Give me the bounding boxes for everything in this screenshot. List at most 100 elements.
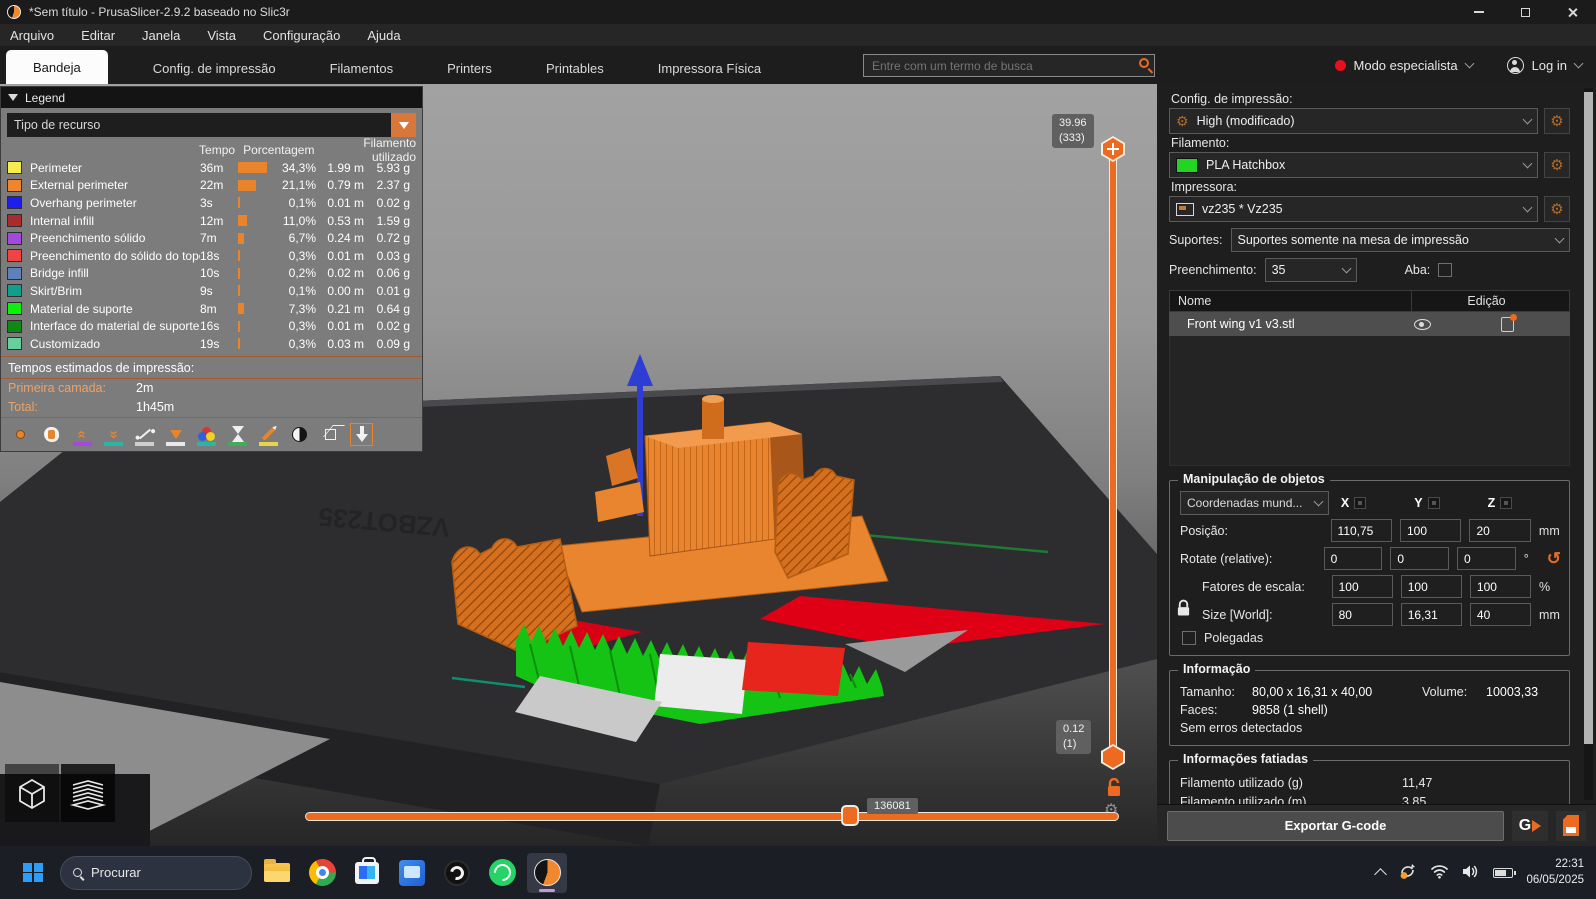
reset-rotation-icon[interactable]: ↺ [1547, 549, 1561, 569]
inches-checkbox[interactable] [1182, 631, 1196, 645]
tab[interactable]: Printers [420, 52, 519, 84]
view-type-dropdown[interactable]: Tipo de recurso [7, 113, 416, 137]
export-to-sd-button[interactable] [1556, 810, 1586, 841]
mode-selector[interactable]: Modo especialista [1354, 58, 1458, 73]
battery-icon[interactable] [1493, 867, 1516, 878]
chrome-icon [308, 859, 336, 886]
rotate-z-field[interactable]: 0 [1457, 547, 1516, 570]
axis-drag-icon[interactable] [1500, 497, 1513, 509]
maximize-button[interactable] [1502, 0, 1549, 24]
wipe-icon[interactable] [40, 423, 63, 446]
uniform-scale-lock-icon[interactable] [1176, 599, 1191, 621]
scale-x-field[interactable]: 100 [1331, 575, 1393, 598]
slider-lock-icon[interactable] [1106, 777, 1122, 800]
chrome-button[interactable] [302, 853, 342, 893]
printer-edit-button[interactable]: ⚙ [1544, 196, 1570, 222]
shells-icon[interactable] [288, 423, 311, 446]
feature-color-swatch [7, 302, 22, 316]
scrollbar-thumb[interactable] [1584, 92, 1593, 744]
tab[interactable]: Filamentos [303, 52, 421, 84]
taskbar-clock[interactable]: 22:31 06/05/2025 [1526, 857, 1584, 888]
export-gcode-button[interactable]: Exportar G-code [1167, 810, 1504, 841]
start-button[interactable] [16, 856, 50, 890]
rotate-y-field[interactable]: 0 [1390, 547, 1450, 570]
moves-slider-handle[interactable] [841, 805, 859, 826]
file-explorer-button[interactable] [257, 853, 297, 893]
sync-icon[interactable] [1398, 862, 1417, 884]
tool-marker-icon[interactable] [164, 423, 187, 446]
whatsapp-button[interactable] [482, 853, 522, 893]
minimize-button[interactable] [1455, 0, 1502, 24]
size-z-field[interactable]: 40 [1469, 603, 1532, 626]
tab[interactable]: Impressora Física [631, 52, 788, 84]
menu-item[interactable]: Janela [142, 28, 180, 43]
coordinate-system-combo[interactable]: Coordenadas mund... [1180, 491, 1329, 515]
wifi-icon[interactable] [1430, 864, 1449, 882]
tab[interactable]: Printables [519, 52, 631, 84]
scale-y-field[interactable]: 100 [1400, 575, 1462, 598]
supports-label: Suportes: [1169, 233, 1223, 247]
legend-toggle-icon[interactable] [350, 422, 373, 446]
microsoft-store-button[interactable] [347, 853, 387, 893]
search-icon[interactable] [1139, 58, 1149, 68]
menu-item[interactable]: Configuração [263, 28, 340, 43]
moves-slider-track[interactable] [305, 812, 1119, 821]
tray-overflow-icon[interactable] [1374, 868, 1388, 881]
custom-gcode-icon[interactable] [257, 423, 280, 446]
print-settings-combo[interactable]: ⚙ High (modificado) [1169, 108, 1538, 134]
object-edit-button[interactable] [1452, 313, 1562, 332]
position-y-field[interactable]: 100 [1400, 519, 1462, 542]
retraction-icon[interactable]: « [71, 423, 94, 446]
travel-icon[interactable] [9, 423, 32, 446]
rotate-x-field[interactable]: 0 [1323, 547, 1383, 570]
object-row[interactable]: Front wing v1 v3.stl [1169, 312, 1570, 336]
color-change-icon[interactable] [195, 423, 218, 446]
login-button[interactable]: Log in [1532, 58, 1567, 73]
layer-slider-track[interactable] [1109, 148, 1117, 756]
search-input[interactable] [863, 54, 1155, 77]
position-x-field[interactable]: 110,75 [1330, 519, 1392, 542]
layers-view-button[interactable] [61, 764, 115, 822]
3d-viewport[interactable]: VZBOT235 Legend Tipo de recurso Tempo Po… [0, 84, 1157, 846]
volume-icon[interactable] [1462, 864, 1480, 882]
menu-item[interactable]: Vista [207, 28, 236, 43]
tab[interactable]: Bandeja [6, 50, 108, 84]
taskbar-search[interactable]: Procurar [60, 855, 252, 890]
legend-row: Bridge infill 10s 0,2% 0.02 m 0.06 g [1, 265, 422, 283]
prusaslicer-taskbar-button[interactable] [527, 852, 567, 893]
close-button[interactable] [1549, 0, 1596, 24]
supports-combo[interactable]: Suportes somente na mesa de impressão [1230, 228, 1570, 252]
feature-bar-zone [238, 338, 272, 350]
volumes-icon[interactable] [319, 423, 342, 446]
3d-view-button[interactable] [5, 764, 59, 822]
preset-gear-icon: ⚙ [1176, 112, 1189, 129]
filament-edit-button[interactable]: ⚙ [1544, 152, 1570, 178]
brim-checkbox[interactable] [1438, 263, 1453, 277]
menu-item[interactable]: Ajuda [367, 28, 400, 43]
browser-app-button[interactable] [437, 853, 477, 893]
visibility-toggle[interactable] [1392, 318, 1452, 330]
size-y-field[interactable]: 16,31 [1400, 603, 1462, 626]
menu-item[interactable]: Editar [81, 28, 115, 43]
size-x-field[interactable]: 80 [1331, 603, 1393, 626]
legend-row: Material de suporte 8m 7,3% 0.21 m 0.64 … [1, 300, 422, 318]
feature-bar [238, 250, 240, 262]
scale-z-field[interactable]: 100 [1469, 575, 1532, 598]
sidebar-scrollbar[interactable] [1584, 88, 1593, 800]
tab[interactable]: Config. de impressão [126, 52, 303, 84]
axis-drag-icon[interactable] [1427, 497, 1440, 509]
deretraction-icon[interactable]: « [102, 423, 125, 446]
filament-combo[interactable]: PLA Hatchbox [1169, 152, 1538, 178]
menu-item[interactable]: Arquivo [10, 28, 54, 43]
infill-combo[interactable]: 35 [1264, 258, 1357, 282]
axis-drag-icon[interactable] [1354, 497, 1367, 509]
print-settings-edit-button[interactable]: ⚙ [1544, 108, 1570, 134]
legend-header[interactable]: Legend [1, 87, 422, 108]
pause-print-icon[interactable] [226, 423, 249, 446]
position-z-field[interactable]: 20 [1469, 519, 1531, 542]
gcode-viewer-button[interactable]: G [1512, 810, 1548, 841]
dropdown-button[interactable] [391, 113, 416, 137]
printer-combo[interactable]: vz235 * Vz235 [1169, 196, 1538, 222]
seams-icon[interactable] [133, 423, 156, 446]
media-app-button[interactable] [392, 853, 432, 893]
